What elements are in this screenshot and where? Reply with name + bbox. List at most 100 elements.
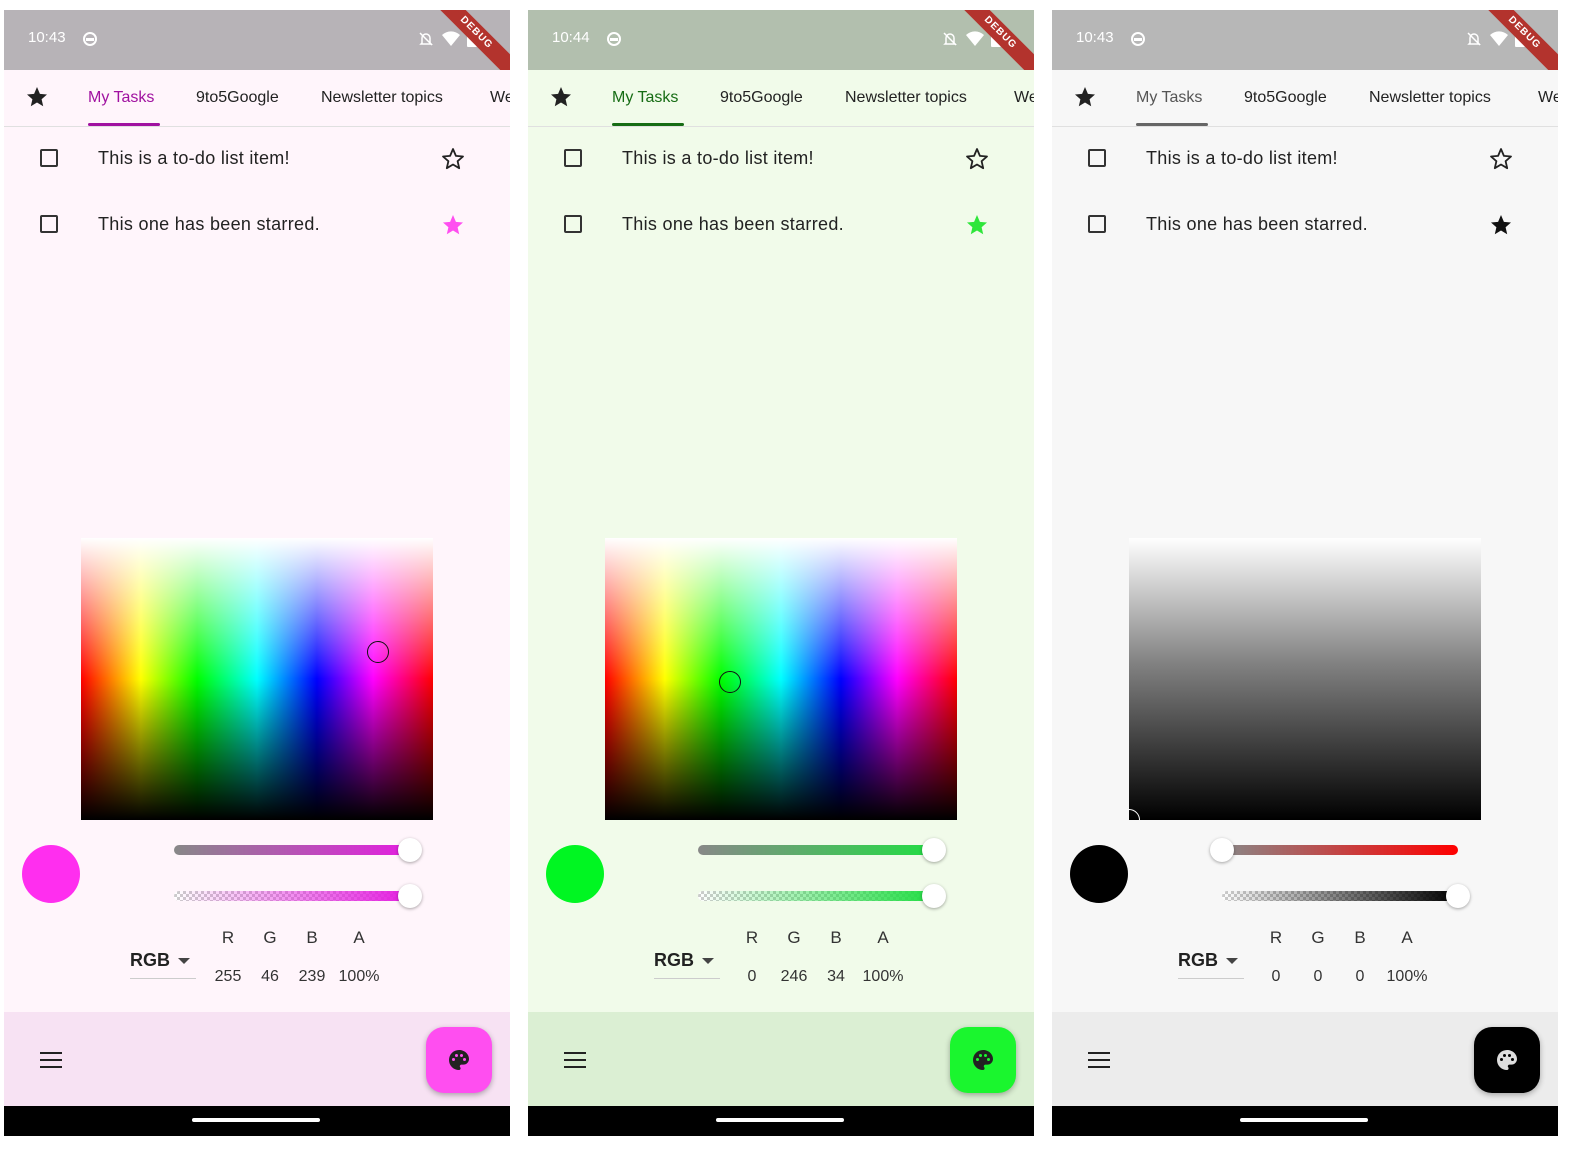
hue-slider-thumb[interactable] xyxy=(398,838,422,862)
channel-value: 100% xyxy=(862,968,904,985)
tab-3[interactable]: We xyxy=(490,89,510,107)
alpha-slider-thumb[interactable] xyxy=(398,884,422,908)
channel-value: 34 xyxy=(827,968,845,985)
tab-1[interactable]: 9to5Google xyxy=(1244,89,1327,107)
color-mode-dropdown[interactable]: RGB xyxy=(1178,946,1244,979)
hue-slider[interactable] xyxy=(1210,838,1458,862)
star-outline-icon[interactable] xyxy=(965,147,989,176)
status-time: 10:43 xyxy=(1076,29,1114,46)
home-gesture-handle[interactable] xyxy=(192,1118,320,1122)
channel-value: 239 xyxy=(298,968,326,985)
task-text: This one has been starred. xyxy=(1146,214,1368,234)
tab-2[interactable]: Newsletter topics xyxy=(321,89,443,107)
tab-2[interactable]: Newsletter topics xyxy=(845,89,967,107)
color-picker-area[interactable] xyxy=(605,538,957,820)
channel-value: 0 xyxy=(1355,968,1365,985)
task-text: This one has been starred. xyxy=(622,214,844,234)
palette-fab-button[interactable] xyxy=(426,1027,492,1093)
task-checkbox[interactable] xyxy=(1088,215,1106,233)
list-item[interactable]: This is a to-do list item! xyxy=(4,138,510,182)
dropdown-arrow-icon xyxy=(1226,958,1238,964)
bottom-app-bar xyxy=(528,1012,1034,1106)
color-mode-label: RGB xyxy=(130,950,170,970)
channel-value: 0 xyxy=(1271,968,1281,985)
channel-label: R xyxy=(1269,928,1283,947)
tab-0[interactable]: My Tasks xyxy=(612,89,678,107)
picker-cursor[interactable] xyxy=(719,671,741,693)
tab-bar: My Tasks 9to5Google Newsletter topics We xyxy=(4,70,510,127)
tab-1[interactable]: 9to5Google xyxy=(196,89,279,107)
palette-fab-button[interactable] xyxy=(1474,1027,1540,1093)
task-checkbox[interactable] xyxy=(40,215,58,233)
star-outline-icon[interactable] xyxy=(1489,147,1513,176)
list-item[interactable]: This is a to-do list item! xyxy=(528,138,1034,182)
hue-slider-thumb[interactable] xyxy=(922,838,946,862)
phone-screen-2: 10:44 DEBUG My Tasks 9to5Google Newsletter… xyxy=(528,10,1034,1136)
task-checkbox[interactable] xyxy=(564,215,582,233)
channel-label: R xyxy=(745,928,759,947)
alpha-slider-thumb[interactable] xyxy=(1446,884,1470,908)
dropdown-arrow-icon xyxy=(178,958,190,964)
color-mode-dropdown[interactable]: RGB xyxy=(130,946,196,979)
starred-tab-star-icon[interactable] xyxy=(1073,85,1097,114)
task-text: This is a to-do list item! xyxy=(622,148,814,168)
channel-value: 0 xyxy=(747,968,757,985)
list-item[interactable]: This one has been starred. xyxy=(528,204,1034,248)
menu-icon[interactable] xyxy=(564,1052,586,1068)
hue-slider[interactable] xyxy=(174,838,422,862)
tab-1[interactable]: 9to5Google xyxy=(720,89,803,107)
palette-fab-button[interactable] xyxy=(950,1027,1016,1093)
current-color-swatch xyxy=(22,845,80,903)
list-item[interactable]: This is a to-do list item! xyxy=(1052,138,1558,182)
hue-slider-thumb[interactable] xyxy=(1210,838,1234,862)
tab-3[interactable]: We xyxy=(1538,89,1558,107)
home-gesture-handle[interactable] xyxy=(1240,1118,1368,1122)
channel-value: 255 xyxy=(214,968,242,985)
starred-tab-star-icon[interactable] xyxy=(25,85,49,114)
channel-value: 0 xyxy=(1313,968,1323,985)
channel-label: G xyxy=(1311,928,1325,947)
system-nav-bar xyxy=(528,1106,1034,1136)
tab-0[interactable]: My Tasks xyxy=(88,89,154,107)
tab-0[interactable]: My Tasks xyxy=(1136,89,1202,107)
alpha-slider-thumb[interactable] xyxy=(922,884,946,908)
alpha-slider[interactable] xyxy=(174,884,422,908)
star-filled-icon[interactable] xyxy=(1489,213,1513,242)
star-outline-icon[interactable] xyxy=(441,147,465,176)
status-time: 10:43 xyxy=(28,29,66,46)
channel-label: R xyxy=(221,928,235,947)
channel-label: B xyxy=(830,928,842,947)
star-filled-icon[interactable] xyxy=(965,213,989,242)
bottom-app-bar xyxy=(4,1012,510,1106)
list-item[interactable]: This one has been starred. xyxy=(1052,204,1558,248)
menu-icon[interactable] xyxy=(40,1052,62,1068)
phone-screen-3: 10:43 DEBUG My Tasks 9to5Google Newsletter… xyxy=(1052,10,1558,1136)
color-picker-area[interactable] xyxy=(1129,538,1481,820)
palette-icon xyxy=(973,1050,993,1070)
starred-tab-star-icon[interactable] xyxy=(549,85,573,114)
status-bar: 10:44 DEBUG xyxy=(528,10,1034,82)
channel-label: B xyxy=(306,928,318,947)
color-mode-dropdown[interactable]: RGB xyxy=(654,946,720,979)
channel-label: A xyxy=(1401,928,1413,947)
channel-label: G xyxy=(263,928,277,947)
picker-cursor[interactable] xyxy=(367,641,389,663)
tab-indicator xyxy=(88,123,160,126)
task-checkbox[interactable] xyxy=(564,149,582,167)
alpha-slider[interactable] xyxy=(1222,884,1470,908)
tab-2[interactable]: Newsletter topics xyxy=(1369,89,1491,107)
channel-label: A xyxy=(877,928,889,947)
alpha-slider[interactable] xyxy=(698,884,946,908)
tab-indicator xyxy=(1136,123,1208,126)
sync-icon xyxy=(1131,32,1145,46)
list-item[interactable]: This one has been starred. xyxy=(4,204,510,248)
star-filled-icon[interactable] xyxy=(441,213,465,242)
menu-icon[interactable] xyxy=(1088,1052,1110,1068)
color-picker-area[interactable] xyxy=(81,538,433,820)
task-checkbox[interactable] xyxy=(40,149,58,167)
home-gesture-handle[interactable] xyxy=(716,1118,844,1122)
task-checkbox[interactable] xyxy=(1088,149,1106,167)
hue-slider[interactable] xyxy=(698,838,946,862)
tab-3[interactable]: We xyxy=(1014,89,1034,107)
status-time: 10:44 xyxy=(552,29,590,46)
